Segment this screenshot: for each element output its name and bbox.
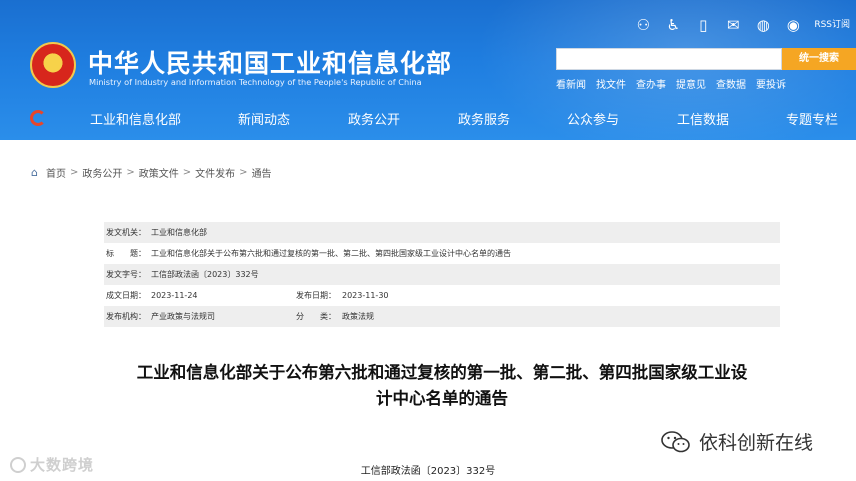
quick-link-feedback[interactable]: 提意见 [676, 76, 706, 91]
article-title-line: 工业和信息化部关于公布第六批和通过复核的第一批、第二批、第四批国家级工业设 [136, 363, 748, 382]
quick-link-news[interactable]: 看新闻 [556, 76, 586, 91]
wechat-icon[interactable]: ◍ [754, 16, 772, 34]
meta-value: 2023-11-30 [342, 291, 389, 300]
breadcrumb-notice[interactable]: 通告 [252, 165, 272, 180]
breadcrumb-policy-files[interactable]: 政策文件 [139, 165, 179, 180]
meta-value: 工业和信息化部 [151, 228, 207, 237]
site-title[interactable]: 中华人民共和国工业和信息化部 [88, 44, 452, 80]
breadcrumb-open-government[interactable]: 政务公开 [82, 165, 122, 180]
site-subtitle: Ministry of Industry and Information Tec… [89, 77, 422, 87]
accessibility-icon[interactable]: ⚇ [634, 16, 652, 34]
meta-label: 成文日期： [106, 291, 146, 300]
meta-label: 发布机构： [106, 312, 146, 321]
wechat-logo-icon [661, 431, 690, 453]
meta-label: 分 类： [296, 312, 336, 321]
quick-links: 看新闻 找文件 查办事 提意见 查数据 要投诉 [556, 76, 786, 91]
quick-link-complaint[interactable]: 要投诉 [756, 76, 786, 91]
wheelchair-icon[interactable]: ♿ [664, 16, 682, 34]
nav-item-data[interactable]: 工信数据 [677, 109, 729, 128]
mobile-icon[interactable]: ▯ [694, 16, 712, 34]
nav-item-topics[interactable]: 专题专栏 [786, 109, 838, 128]
nav-item-news[interactable]: 新闻动态 [238, 109, 290, 128]
nav-item-services[interactable]: 政务服务 [458, 109, 510, 128]
watermark-right: 依科创新在线 [661, 428, 813, 455]
breadcrumb-separator: > [126, 167, 135, 178]
breadcrumb-separator: > [70, 167, 79, 178]
meta-row-issuer: 发文机关： 工业和信息化部 [104, 222, 780, 243]
breadcrumb-separator: > [182, 167, 192, 178]
weibo-icon[interactable]: ◉ [784, 16, 802, 34]
article-title: 工业和信息化部关于公布第六批和通过复核的第一批、第二批、第四批国家级工业设 计中… [100, 360, 784, 412]
meta-value: 工信部政法函〔2023〕332号 [151, 270, 259, 279]
meta-label: 发文字号： [106, 270, 146, 279]
main-nav: 工业和信息化部 新闻动态 政务公开 政务服务 公众参与 工信数据 专题专栏 [0, 100, 856, 134]
breadcrumb-separator: > [239, 167, 248, 178]
article-doc-number: 工信部政法函〔2023〕332号 [360, 466, 496, 477]
search-button[interactable]: 统一搜索 [782, 48, 856, 70]
meta-label: 标 题： [106, 249, 146, 258]
breadcrumb: ⌂ 首页 > 政务公开 > 政策文件 > 文件发布 > 通告 [31, 165, 272, 180]
quick-link-services[interactable]: 查办事 [636, 76, 666, 91]
quick-link-data[interactable]: 查数据 [716, 76, 746, 91]
site-header: ★ 中华人民共和国工业和信息化部 Ministry of Industry an… [0, 0, 856, 140]
meta-row-doc-number: 发文字号： 工信部政法函〔2023〕332号 [104, 264, 780, 285]
meta-row-dates: 成文日期： 2023-11-24 发布日期： 2023-11-30 [104, 285, 780, 306]
nav-item-open-government[interactable]: 政务公开 [348, 109, 400, 128]
breadcrumb-home[interactable]: 首页 [46, 165, 66, 180]
nav-item-participation[interactable]: 公众参与 [567, 109, 619, 128]
meta-value: 产业政策与法规司 [151, 312, 215, 321]
search-bar: 统一搜索 [556, 48, 856, 70]
mail-icon[interactable]: ✉ [724, 16, 742, 34]
meta-row-title: 标 题： 工业和信息化部关于公布第六批和通过复核的第一批、第二批、第四批国家级工… [104, 243, 780, 264]
search-input[interactable] [556, 48, 782, 70]
quick-link-files[interactable]: 找文件 [596, 76, 626, 91]
meta-row-agency: 发布机构： 产业政策与法规司 分 类： 政策法规 [104, 306, 780, 327]
watermark-text: 依科创新在线 [699, 432, 814, 454]
meta-value: 2023-11-24 [151, 291, 198, 300]
meta-value: 工业和信息化部关于公布第六批和通过复核的第一批、第二批、第四批国家级工业设计中心… [151, 249, 511, 258]
document-meta-table: 发文机关： 工业和信息化部 标 题： 工业和信息化部关于公布第六批和通过复核的第… [104, 222, 780, 327]
nav-logo-icon[interactable] [30, 110, 46, 126]
national-emblem-icon[interactable]: ★ [30, 42, 76, 88]
home-icon: ⌂ [31, 166, 38, 179]
meta-label: 发文机关： [106, 228, 146, 237]
rss-link[interactable]: RSS订阅 [814, 16, 850, 34]
meta-label: 发布日期： [296, 291, 336, 300]
breadcrumb-file-release[interactable]: 文件发布 [195, 165, 235, 180]
header-toolbar: ⚇ ♿ ▯ ✉ ◍ ◉ RSS订阅 [634, 16, 850, 34]
article-title-line: 计中心名单的通告 [376, 389, 508, 408]
meta-value: 政策法规 [342, 312, 374, 321]
nav-item-ministry[interactable]: 工业和信息化部 [90, 109, 181, 128]
